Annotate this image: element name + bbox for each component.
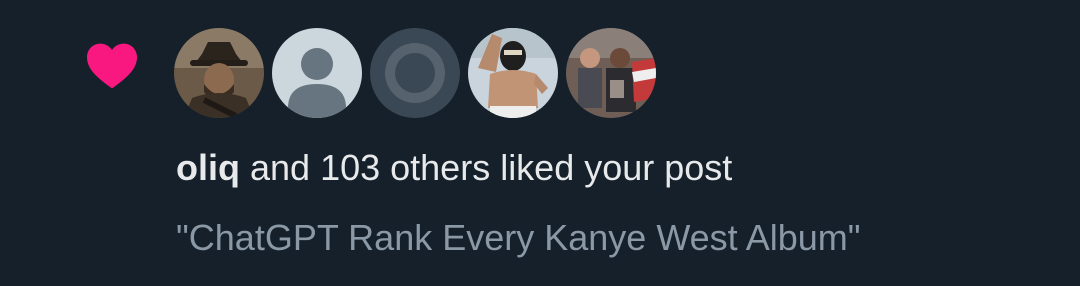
post-preview[interactable]: "ChatGPT Rank Every Kanye West Album" bbox=[176, 216, 861, 260]
avatar[interactable] bbox=[566, 28, 656, 118]
avatar[interactable] bbox=[272, 28, 362, 118]
avatar[interactable] bbox=[174, 28, 264, 118]
avatar[interactable] bbox=[370, 28, 460, 118]
like-notification[interactable]: oliq and 103 others liked your post "Cha… bbox=[0, 0, 1080, 286]
summary-text: and 103 others liked your post bbox=[250, 147, 733, 188]
avatar[interactable] bbox=[468, 28, 558, 118]
liker-avatars bbox=[174, 28, 656, 118]
notification-summary: oliq and 103 others liked your post bbox=[176, 146, 732, 190]
heart-icon bbox=[87, 43, 137, 89]
liker-username[interactable]: oliq bbox=[176, 147, 240, 188]
